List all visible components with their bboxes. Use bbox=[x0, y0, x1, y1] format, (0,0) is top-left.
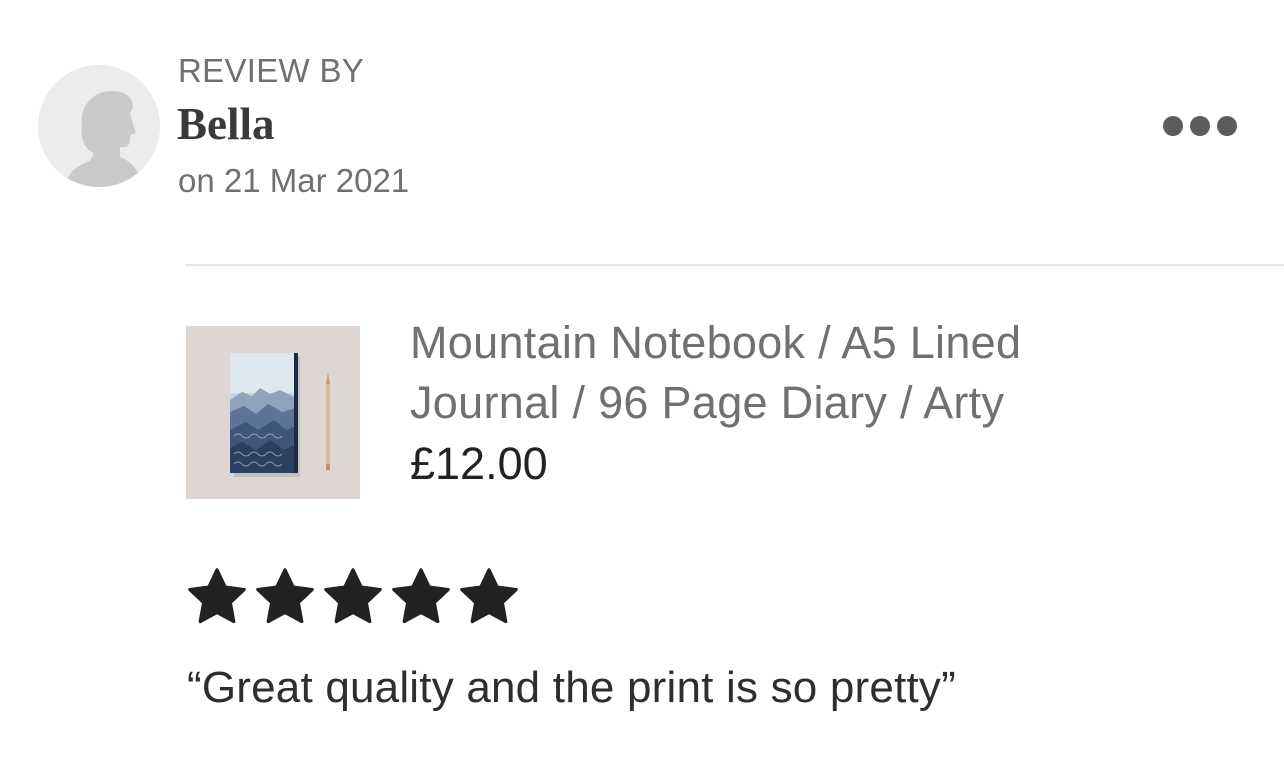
star-icon bbox=[256, 568, 314, 624]
product-price: £12.00 bbox=[410, 438, 548, 489]
notebook-image bbox=[186, 326, 360, 499]
person-silhouette-icon bbox=[38, 65, 160, 187]
star-icon bbox=[460, 568, 518, 624]
review-by-label: REVIEW BY bbox=[178, 52, 365, 89]
more-options-icon bbox=[1163, 116, 1183, 136]
reviewer-avatar[interactable] bbox=[38, 65, 160, 187]
star-icon bbox=[392, 568, 450, 624]
more-options-icon bbox=[1190, 116, 1210, 136]
more-options-icon bbox=[1217, 116, 1237, 136]
more-options-button[interactable] bbox=[1152, 106, 1248, 146]
star-icon bbox=[188, 568, 246, 624]
product-thumbnail[interactable] bbox=[186, 326, 360, 499]
review-date: on 21 Mar 2021 bbox=[178, 162, 410, 199]
review-text: “Great quality and the print is so prett… bbox=[187, 663, 956, 712]
star-icon bbox=[324, 568, 382, 624]
product-title-link[interactable]: Mountain Notebook / A5 Lined Journal / 9… bbox=[410, 313, 1150, 433]
star-rating bbox=[184, 565, 522, 629]
reviewer-name[interactable]: Bella bbox=[177, 99, 275, 149]
divider bbox=[185, 264, 1284, 266]
